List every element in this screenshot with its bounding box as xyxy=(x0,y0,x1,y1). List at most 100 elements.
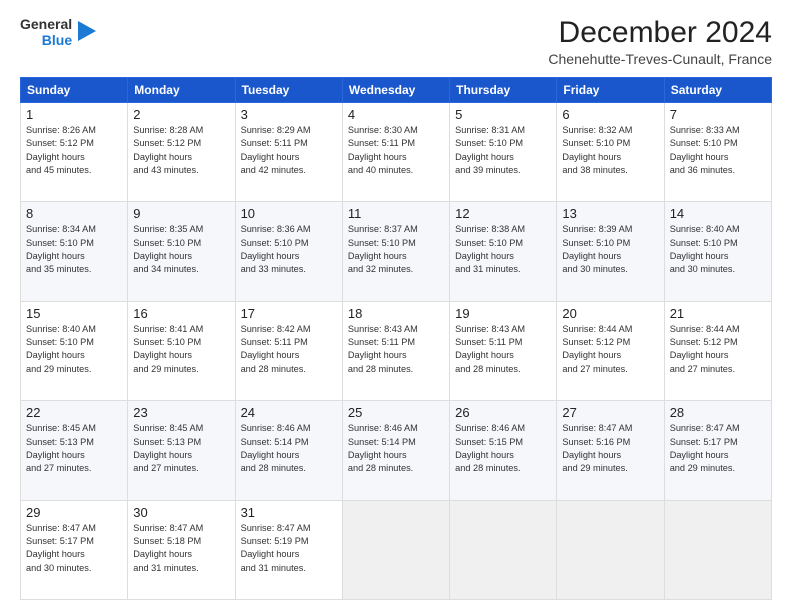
col-saturday: Saturday xyxy=(664,78,771,103)
table-row: 10 Sunrise: 8:36 AM Sunset: 5:10 PM Dayl… xyxy=(235,202,342,301)
cell-content: Sunrise: 8:40 AM Sunset: 5:10 PM Dayligh… xyxy=(670,223,766,276)
table-row: 11 Sunrise: 8:37 AM Sunset: 5:10 PM Dayl… xyxy=(342,202,449,301)
cell-content: Sunrise: 8:41 AM Sunset: 5:10 PM Dayligh… xyxy=(133,323,229,376)
cell-content: Sunrise: 8:34 AM Sunset: 5:10 PM Dayligh… xyxy=(26,223,122,276)
cell-content: Sunrise: 8:45 AM Sunset: 5:13 PM Dayligh… xyxy=(26,422,122,475)
table-row: 2 Sunrise: 8:28 AM Sunset: 5:12 PM Dayli… xyxy=(128,103,235,202)
cell-content: Sunrise: 8:46 AM Sunset: 5:15 PM Dayligh… xyxy=(455,422,551,475)
table-row xyxy=(450,500,557,599)
table-row: 14 Sunrise: 8:40 AM Sunset: 5:10 PM Dayl… xyxy=(664,202,771,301)
table-row xyxy=(557,500,664,599)
cell-content: Sunrise: 8:47 AM Sunset: 5:18 PM Dayligh… xyxy=(133,522,229,575)
day-number: 14 xyxy=(670,206,766,221)
cell-content: Sunrise: 8:37 AM Sunset: 5:10 PM Dayligh… xyxy=(348,223,444,276)
calendar-week-5: 29 Sunrise: 8:47 AM Sunset: 5:17 PM Dayl… xyxy=(21,500,772,599)
cell-content: Sunrise: 8:44 AM Sunset: 5:12 PM Dayligh… xyxy=(562,323,658,376)
day-number: 16 xyxy=(133,306,229,321)
table-row xyxy=(664,500,771,599)
cell-content: Sunrise: 8:47 AM Sunset: 5:16 PM Dayligh… xyxy=(562,422,658,475)
table-row: 23 Sunrise: 8:45 AM Sunset: 5:13 PM Dayl… xyxy=(128,401,235,500)
cell-content: Sunrise: 8:31 AM Sunset: 5:10 PM Dayligh… xyxy=(455,124,551,177)
day-number: 1 xyxy=(26,107,122,122)
day-number: 6 xyxy=(562,107,658,122)
main-title: December 2024 xyxy=(548,16,772,49)
day-number: 25 xyxy=(348,405,444,420)
day-number: 18 xyxy=(348,306,444,321)
day-number: 27 xyxy=(562,405,658,420)
cell-content: Sunrise: 8:32 AM Sunset: 5:10 PM Dayligh… xyxy=(562,124,658,177)
table-row: 27 Sunrise: 8:47 AM Sunset: 5:16 PM Dayl… xyxy=(557,401,664,500)
day-number: 24 xyxy=(241,405,337,420)
cell-content: Sunrise: 8:40 AM Sunset: 5:10 PM Dayligh… xyxy=(26,323,122,376)
cell-content: Sunrise: 8:42 AM Sunset: 5:11 PM Dayligh… xyxy=(241,323,337,376)
subtitle: Chenehutte-Treves-Cunault, France xyxy=(548,51,772,67)
cell-content: Sunrise: 8:29 AM Sunset: 5:11 PM Dayligh… xyxy=(241,124,337,177)
cell-content: Sunrise: 8:43 AM Sunset: 5:11 PM Dayligh… xyxy=(455,323,551,376)
cell-content: Sunrise: 8:36 AM Sunset: 5:10 PM Dayligh… xyxy=(241,223,337,276)
cell-content: Sunrise: 8:46 AM Sunset: 5:14 PM Dayligh… xyxy=(348,422,444,475)
table-row: 4 Sunrise: 8:30 AM Sunset: 5:11 PM Dayli… xyxy=(342,103,449,202)
cell-content: Sunrise: 8:43 AM Sunset: 5:11 PM Dayligh… xyxy=(348,323,444,376)
table-row: 19 Sunrise: 8:43 AM Sunset: 5:11 PM Dayl… xyxy=(450,301,557,400)
day-number: 10 xyxy=(241,206,337,221)
page: General Blue December 2024 Chenehutte-Tr… xyxy=(0,0,792,612)
table-row: 26 Sunrise: 8:46 AM Sunset: 5:15 PM Dayl… xyxy=(450,401,557,500)
calendar-table: Sunday Monday Tuesday Wednesday Thursday… xyxy=(20,77,772,600)
table-row: 25 Sunrise: 8:46 AM Sunset: 5:14 PM Dayl… xyxy=(342,401,449,500)
col-sunday: Sunday xyxy=(21,78,128,103)
day-number: 21 xyxy=(670,306,766,321)
table-row: 9 Sunrise: 8:35 AM Sunset: 5:10 PM Dayli… xyxy=(128,202,235,301)
cell-content: Sunrise: 8:46 AM Sunset: 5:14 PM Dayligh… xyxy=(241,422,337,475)
cell-content: Sunrise: 8:47 AM Sunset: 5:19 PM Dayligh… xyxy=(241,522,337,575)
table-row: 24 Sunrise: 8:46 AM Sunset: 5:14 PM Dayl… xyxy=(235,401,342,500)
day-number: 15 xyxy=(26,306,122,321)
table-row: 20 Sunrise: 8:44 AM Sunset: 5:12 PM Dayl… xyxy=(557,301,664,400)
table-row: 13 Sunrise: 8:39 AM Sunset: 5:10 PM Dayl… xyxy=(557,202,664,301)
table-row: 5 Sunrise: 8:31 AM Sunset: 5:10 PM Dayli… xyxy=(450,103,557,202)
calendar-week-2: 8 Sunrise: 8:34 AM Sunset: 5:10 PM Dayli… xyxy=(21,202,772,301)
cell-content: Sunrise: 8:30 AM Sunset: 5:11 PM Dayligh… xyxy=(348,124,444,177)
day-number: 17 xyxy=(241,306,337,321)
logo-general: General xyxy=(20,16,72,32)
col-tuesday: Tuesday xyxy=(235,78,342,103)
table-row: 6 Sunrise: 8:32 AM Sunset: 5:10 PM Dayli… xyxy=(557,103,664,202)
day-number: 13 xyxy=(562,206,658,221)
day-number: 4 xyxy=(348,107,444,122)
calendar-week-4: 22 Sunrise: 8:45 AM Sunset: 5:13 PM Dayl… xyxy=(21,401,772,500)
day-number: 12 xyxy=(455,206,551,221)
day-number: 9 xyxy=(133,206,229,221)
cell-content: Sunrise: 8:33 AM Sunset: 5:10 PM Dayligh… xyxy=(670,124,766,177)
table-row: 18 Sunrise: 8:43 AM Sunset: 5:11 PM Dayl… xyxy=(342,301,449,400)
col-thursday: Thursday xyxy=(450,78,557,103)
day-number: 8 xyxy=(26,206,122,221)
cell-content: Sunrise: 8:44 AM Sunset: 5:12 PM Dayligh… xyxy=(670,323,766,376)
table-row: 30 Sunrise: 8:47 AM Sunset: 5:18 PM Dayl… xyxy=(128,500,235,599)
table-row: 17 Sunrise: 8:42 AM Sunset: 5:11 PM Dayl… xyxy=(235,301,342,400)
cell-content: Sunrise: 8:38 AM Sunset: 5:10 PM Dayligh… xyxy=(455,223,551,276)
logo: General Blue xyxy=(20,16,96,48)
table-row xyxy=(342,500,449,599)
table-row: 21 Sunrise: 8:44 AM Sunset: 5:12 PM Dayl… xyxy=(664,301,771,400)
cell-content: Sunrise: 8:26 AM Sunset: 5:12 PM Dayligh… xyxy=(26,124,122,177)
day-number: 7 xyxy=(670,107,766,122)
calendar-header-row: Sunday Monday Tuesday Wednesday Thursday… xyxy=(21,78,772,103)
cell-content: Sunrise: 8:47 AM Sunset: 5:17 PM Dayligh… xyxy=(670,422,766,475)
table-row: 31 Sunrise: 8:47 AM Sunset: 5:19 PM Dayl… xyxy=(235,500,342,599)
cell-content: Sunrise: 8:35 AM Sunset: 5:10 PM Dayligh… xyxy=(133,223,229,276)
table-row: 1 Sunrise: 8:26 AM Sunset: 5:12 PM Dayli… xyxy=(21,103,128,202)
day-number: 20 xyxy=(562,306,658,321)
table-row: 8 Sunrise: 8:34 AM Sunset: 5:10 PM Dayli… xyxy=(21,202,128,301)
day-number: 23 xyxy=(133,405,229,420)
day-number: 29 xyxy=(26,505,122,520)
cell-content: Sunrise: 8:39 AM Sunset: 5:10 PM Dayligh… xyxy=(562,223,658,276)
day-number: 31 xyxy=(241,505,337,520)
cell-content: Sunrise: 8:45 AM Sunset: 5:13 PM Dayligh… xyxy=(133,422,229,475)
day-number: 5 xyxy=(455,107,551,122)
header: General Blue December 2024 Chenehutte-Tr… xyxy=(20,16,772,67)
calendar-week-1: 1 Sunrise: 8:26 AM Sunset: 5:12 PM Dayli… xyxy=(21,103,772,202)
cell-content: Sunrise: 8:28 AM Sunset: 5:12 PM Dayligh… xyxy=(133,124,229,177)
table-row: 16 Sunrise: 8:41 AM Sunset: 5:10 PM Dayl… xyxy=(128,301,235,400)
logo-blue: Blue xyxy=(42,32,72,48)
day-number: 28 xyxy=(670,405,766,420)
col-monday: Monday xyxy=(128,78,235,103)
